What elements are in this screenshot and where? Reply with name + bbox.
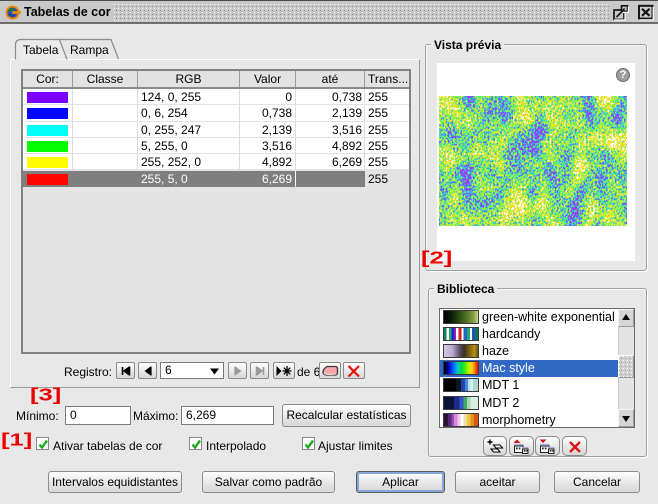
svg-text:Tabela: Tabela [23,43,59,57]
svg-text:Rampa: Rampa [70,43,109,57]
